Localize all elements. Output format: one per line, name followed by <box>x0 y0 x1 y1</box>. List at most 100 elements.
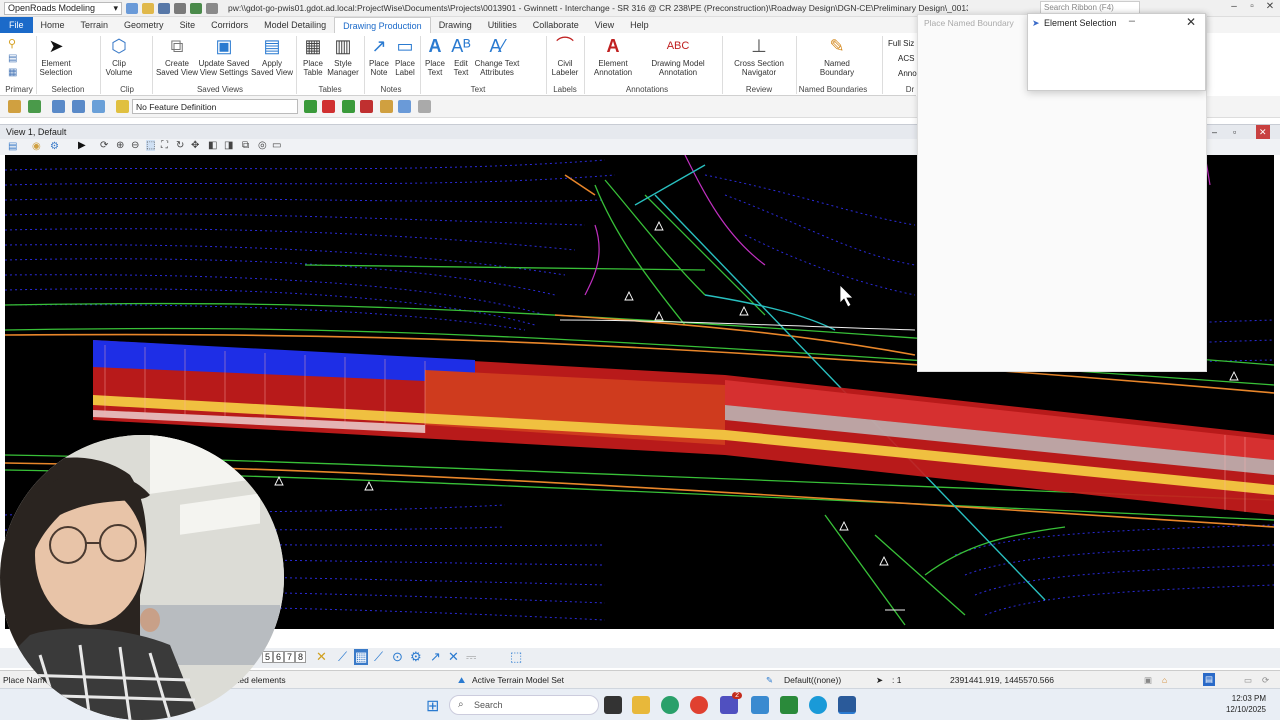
draw-icon[interactable] <box>398 100 411 113</box>
acs-button[interactable]: ACS <box>898 54 914 63</box>
template-icon[interactable] <box>342 100 355 113</box>
view-minimize-icon[interactable]: – <box>1212 125 1217 140</box>
place-note-button[interactable]: ↗ Place Note <box>366 35 392 77</box>
zoom-in-icon[interactable]: ⊕ <box>116 140 124 151</box>
view-restore-icon[interactable]: ▫ <box>1233 125 1236 140</box>
place-table-button[interactable]: ▦ Place Table <box>298 35 328 77</box>
change-text-attributes-button[interactable]: A⁄ Change Text Attributes <box>472 35 522 77</box>
civil-labeler-button[interactable]: ⌒ Civil Labeler <box>548 35 582 77</box>
tab-drawing-production[interactable]: Drawing Production <box>334 17 431 33</box>
camera-icon[interactable]: ◎ <box>258 140 267 151</box>
print-icon[interactable] <box>206 2 218 14</box>
apply-saved-view-button[interactable]: ▤ Apply Saved View <box>250 35 294 77</box>
windows-start-icon[interactable]: ⊞ <box>426 696 439 716</box>
named-boundary-button[interactable]: ✎ Named Boundary <box>812 35 862 77</box>
circle-tool-icon[interactable]: ⊙ <box>392 649 403 665</box>
tab-site[interactable]: Site <box>172 17 204 33</box>
snap-tool-icon[interactable]: ⚙ <box>410 649 422 665</box>
terrain-icon[interactable] <box>304 100 317 113</box>
fit-view-icon[interactable]: ⛶ <box>161 140 168 151</box>
active-terrain-status[interactable]: Active Terrain Model Set <box>472 671 564 689</box>
element-selection-button[interactable]: ➤ Element Selection <box>38 35 74 77</box>
tab-help[interactable]: Help <box>622 17 657 33</box>
tab-corridors[interactable]: Corridors <box>203 17 256 33</box>
view-button-6[interactable]: 6 <box>273 651 285 663</box>
view-next-icon[interactable]: ◨ <box>224 140 233 151</box>
system-clock[interactable]: 12:03 PM 12/10/2025 <box>1226 693 1266 715</box>
element-annotation-button[interactable]: A Element Annotation <box>586 35 640 77</box>
attributes-icon[interactable]: ⚲ <box>8 37 16 50</box>
view-button-8[interactable]: 8 <box>295 651 307 663</box>
extend-tool-icon[interactable]: ↗ <box>430 649 441 665</box>
place-text-button[interactable]: A Place Text <box>422 35 448 77</box>
tab-drawing[interactable]: Drawing <box>431 17 480 33</box>
design-file-icon[interactable]: ▤ <box>1203 673 1216 686</box>
tab-terrain[interactable]: Terrain <box>73 17 117 33</box>
view-attributes-icon[interactable]: ▤ <box>8 141 17 152</box>
cross-icon[interactable]: ✕ <box>316 649 327 665</box>
tab-collaborate[interactable]: Collaborate <box>525 17 587 33</box>
microstation-icon[interactable] <box>809 696 827 714</box>
save-settings-icon[interactable] <box>174 2 186 14</box>
pan-view-icon[interactable]: ✥ <box>191 140 199 151</box>
home-icon[interactable]: ⌂ <box>1162 671 1167 689</box>
view-button-5[interactable]: 5 <box>262 651 274 663</box>
file-explorer-icon[interactable] <box>632 696 650 714</box>
trim-tool-icon[interactable]: ✕ <box>448 649 459 665</box>
properties-icon[interactable]: ▤ <box>8 53 17 64</box>
view-settings-icon[interactable]: ⚙ <box>50 141 59 152</box>
excel-icon[interactable] <box>780 696 798 714</box>
drawing-model-annotation-button[interactable]: ABC Drawing Model Annotation <box>640 35 716 77</box>
clip-view-icon[interactable]: ▭ <box>272 140 281 151</box>
undo-icon[interactable] <box>190 2 202 14</box>
tab-utilities[interactable]: Utilities <box>480 17 525 33</box>
create-saved-view-button[interactable]: ⧉ Create Saved View <box>154 35 200 77</box>
openroads-icon[interactable] <box>838 696 856 714</box>
grid-tool-icon[interactable]: ▦ <box>354 649 369 665</box>
view-button-7[interactable]: 7 <box>284 651 296 663</box>
view-previous-icon[interactable]: ◧ <box>208 140 217 151</box>
measure-icon[interactable] <box>418 100 431 113</box>
display-style-icon[interactable]: ◉ <box>32 141 41 152</box>
offset-tool-icon[interactable]: ⎓ <box>466 649 476 665</box>
update-view-icon[interactable]: ⟳ <box>100 140 108 151</box>
outlook-icon[interactable] <box>751 696 769 714</box>
pencil-icon[interactable] <box>380 100 393 113</box>
update-saved-view-button[interactable]: ▣ Update Saved View Settings <box>198 35 250 77</box>
tab-model-detailing[interactable]: Model Detailing <box>256 17 334 33</box>
edge-browser-icon[interactable] <box>661 696 679 714</box>
feature-definition-select[interactable]: No Feature Definition <box>132 99 298 114</box>
style-manager-button[interactable]: ▥ Style Manager <box>326 35 360 77</box>
line-tool-icon[interactable]: ⟋ <box>338 649 347 665</box>
tab-home[interactable]: Home <box>33 17 73 33</box>
tab-file[interactable]: File <box>0 17 33 33</box>
tab-view[interactable]: View <box>587 17 622 33</box>
edit-text-button[interactable]: Aᴮ Edit Text <box>448 35 474 77</box>
zoom-out-icon[interactable]: ⊖ <box>131 140 139 151</box>
dialog-minimize-icon[interactable]: – <box>1129 15 1135 27</box>
full-size-button[interactable]: Full Siz <box>888 39 914 48</box>
cross-section-navigator-button[interactable]: ⊥ Cross Section Navigator <box>724 35 794 77</box>
element-selection-dialog[interactable]: ➤ Element Selection – ✕ <box>1027 13 1206 91</box>
gear-icon[interactable] <box>8 100 21 113</box>
place-label-button[interactable]: ▭ Place Label <box>392 35 418 77</box>
clip-volume-button[interactable]: ⬡ Clip Volume <box>102 35 136 77</box>
view-close-icon[interactable]: ✕ <box>1256 125 1270 140</box>
maximize-icon[interactable]: ▫ <box>1246 1 1258 13</box>
corridor-icon[interactable] <box>322 100 335 113</box>
taskbar-search[interactable]: ⌕ Search <box>449 695 599 715</box>
open-folder-icon[interactable] <box>142 2 154 14</box>
sync-icon[interactable]: ⟳ <box>1262 671 1269 689</box>
active-level-status[interactable]: Default((none)) <box>784 671 841 689</box>
workflow-selector[interactable]: OpenRoads Modeling ▾ <box>4 1 122 15</box>
window-area-icon[interactable]: ⬚ <box>146 140 156 151</box>
style-icon[interactable] <box>92 100 105 113</box>
check-icon[interactable] <box>28 100 41 113</box>
teams-icon[interactable]: 2 <box>720 692 742 714</box>
annotation-scale-button[interactable]: Anno <box>898 69 917 78</box>
color-icon[interactable] <box>72 100 85 113</box>
edit-tool-icon[interactable]: ⟋ <box>374 649 383 665</box>
play-icon[interactable]: ▶ <box>78 140 86 151</box>
quick-access-icon[interactable] <box>126 2 138 14</box>
text-style-icon[interactable] <box>360 100 373 113</box>
